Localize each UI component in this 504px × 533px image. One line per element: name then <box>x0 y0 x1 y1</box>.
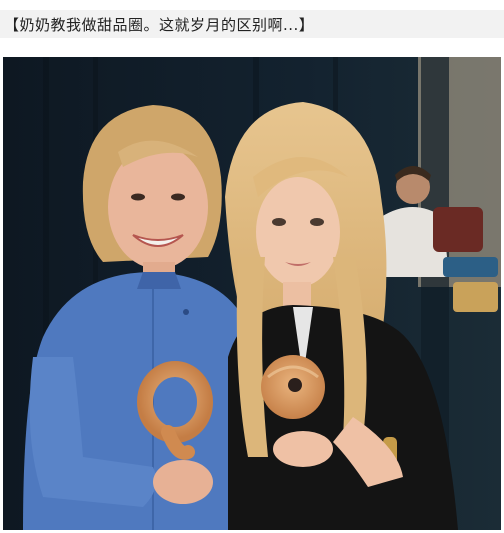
photo-illustration <box>3 57 501 530</box>
caption-bar: 【奶奶教我做甜品圈。这就岁月的区别啊...】 <box>0 10 504 38</box>
post-photo <box>3 57 501 530</box>
post-caption: 【奶奶教我做甜品圈。这就岁月的区别啊...】 <box>4 15 315 34</box>
ring-donut <box>261 355 325 419</box>
